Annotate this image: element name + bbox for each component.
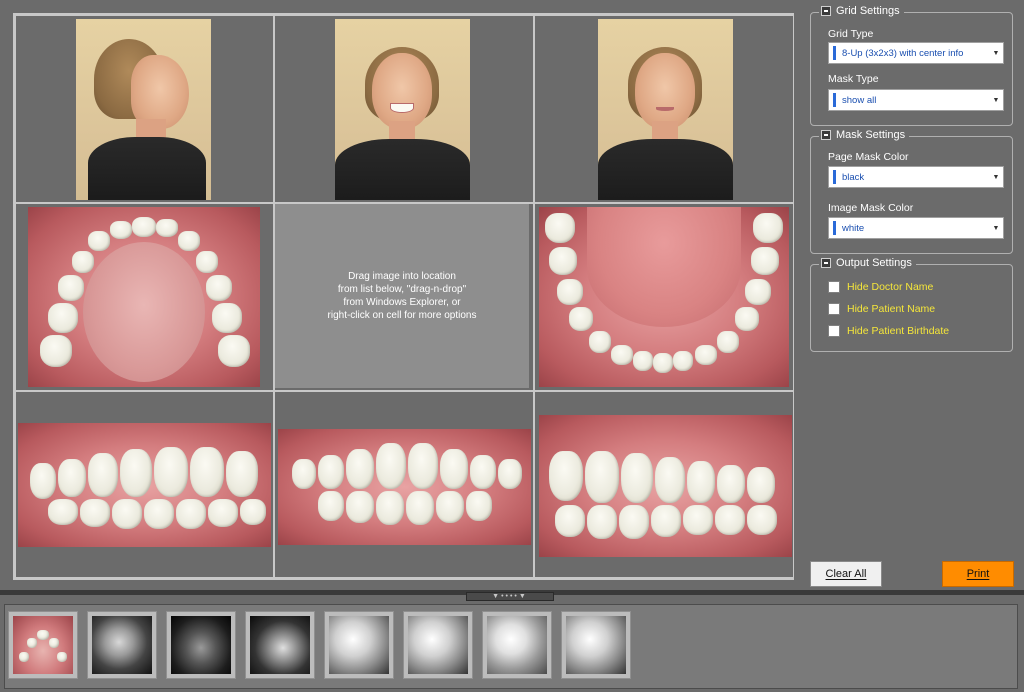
page-mask-color-value: black [842, 171, 865, 183]
placeholder-text-line1: Drag image into location [348, 271, 456, 282]
lower-occlusal-photo [539, 207, 789, 387]
hide-patient-name-option[interactable]: Hide Patient Name [828, 303, 935, 315]
hide-patient-name-checkbox[interactable] [828, 303, 840, 315]
grid-cell-left-buccal[interactable] [534, 391, 794, 578]
clear-all-button[interactable]: Clear All [810, 561, 882, 587]
thumbnail-image [92, 616, 152, 674]
collapse-icon[interactable] [821, 130, 831, 140]
splitter-grip-icon[interactable]: ▼••••▼ [466, 592, 554, 601]
grid-cell-lower-occlusal[interactable] [534, 203, 794, 391]
grid-cell-frontal-intraoral[interactable] [274, 391, 534, 578]
thumbnail-image [487, 616, 547, 674]
hide-doctor-name-checkbox[interactable] [828, 281, 840, 293]
image-mask-color-value: white [842, 222, 865, 234]
print-button[interactable]: Print [942, 561, 1014, 587]
collapse-icon[interactable] [821, 258, 831, 268]
mask-type-value: show all [842, 94, 877, 106]
hide-doctor-name-option[interactable]: Hide Doctor Name [828, 281, 933, 293]
upper-occlusal-photo [28, 207, 260, 387]
frontal-intraoral-photo [278, 429, 531, 545]
mask-type-select[interactable]: show all ▼ [828, 89, 1004, 111]
thumbnail-ceph-xray-4[interactable] [561, 611, 631, 679]
dropdown-arrow-icon[interactable]: ▼ [989, 43, 1003, 63]
right-buccal-photo [18, 423, 271, 547]
thumbnail-ceph-xray-2[interactable] [403, 611, 473, 679]
dropdown-arrow-icon[interactable]: ▼ [989, 218, 1003, 238]
selection-marker [833, 93, 836, 107]
grid-cell-frontal[interactable] [534, 15, 794, 203]
grid-cell-smile[interactable] [274, 15, 534, 203]
output-settings-group: Output Settings Hide Doctor Name Hide Pa… [810, 257, 1013, 352]
thumbnail-upper-occlusal[interactable] [8, 611, 78, 679]
placeholder-text-line3: from Windows Explorer, or [343, 297, 461, 308]
grid-type-label: Grid Type [828, 28, 874, 40]
left-buccal-photo [539, 415, 792, 557]
smile-photo [335, 19, 470, 200]
placeholder-text-line2: from list below, "drag-n-drop" [337, 284, 467, 295]
hide-patient-name-label: Hide Patient Name [847, 303, 936, 315]
thumbnail-3d-ct-xray[interactable] [245, 611, 315, 679]
hide-doctor-name-label: Hide Doctor Name [847, 281, 934, 293]
hide-patient-birthdate-label: Hide Patient Birthdate [847, 325, 950, 337]
thumbnail-image [250, 616, 310, 674]
mask-settings-header[interactable]: Mask Settings [819, 129, 910, 141]
thumbnail-image [329, 616, 389, 674]
thumbnail-ceph-xray-3[interactable] [482, 611, 552, 679]
grid-cell-upper-occlusal[interactable] [15, 203, 274, 391]
frontal-photo [598, 19, 733, 200]
drop-placeholder[interactable]: Drag image into location from list below… [275, 204, 529, 388]
thumbnail-ceph-xray-1[interactable] [324, 611, 394, 679]
grid-type-select[interactable]: 8-Up (3x2x3) with center info ▼ [828, 42, 1004, 64]
collapse-icon[interactable] [821, 6, 831, 16]
page-mask-color-select[interactable]: black ▼ [828, 166, 1004, 188]
output-settings-header[interactable]: Output Settings [819, 257, 916, 269]
dropdown-arrow-icon[interactable]: ▼ [989, 90, 1003, 110]
selection-marker [833, 46, 836, 60]
grid-cell-right-buccal[interactable] [15, 391, 274, 578]
hide-patient-birthdate-checkbox[interactable] [828, 325, 840, 337]
grid-cell-profile[interactable] [15, 15, 274, 203]
mask-settings-title: Mask Settings [836, 129, 906, 141]
thumbnail-image [408, 616, 468, 674]
placeholder-text-line4: right-click on cell for more options [327, 310, 477, 321]
selection-marker [833, 170, 836, 184]
thumbnail-image [171, 616, 231, 674]
thumbnail-ct-axial-xray[interactable] [166, 611, 236, 679]
grid-settings-header[interactable]: Grid Settings [819, 5, 904, 17]
thumbnail-image [566, 616, 626, 674]
output-settings-title: Output Settings [836, 257, 912, 269]
profile-photo [76, 19, 211, 200]
mask-type-label: Mask Type [828, 73, 879, 85]
page-mask-color-label: Page Mask Color [828, 151, 909, 163]
hide-patient-birthdate-option[interactable]: Hide Patient Birthdate [828, 325, 949, 337]
dropdown-arrow-icon[interactable]: ▼ [989, 167, 1003, 187]
image-mask-color-select[interactable]: white ▼ [828, 217, 1004, 239]
grid-type-value: 8-Up (3x2x3) with center info [842, 47, 964, 59]
mask-settings-group: Mask Settings Page Mask Color black ▼ Im… [810, 129, 1013, 254]
selection-marker [833, 221, 836, 235]
thumbnail-strip[interactable] [4, 604, 1018, 689]
image-mask-color-label: Image Mask Color [828, 202, 914, 214]
grid-settings-group: Grid Settings Grid Type 8-Up (3x2x3) wit… [810, 5, 1013, 126]
grid-settings-title: Grid Settings [836, 5, 900, 17]
thumbnail-panoramic-xray[interactable] [87, 611, 157, 679]
thumbnail-image [13, 616, 73, 674]
